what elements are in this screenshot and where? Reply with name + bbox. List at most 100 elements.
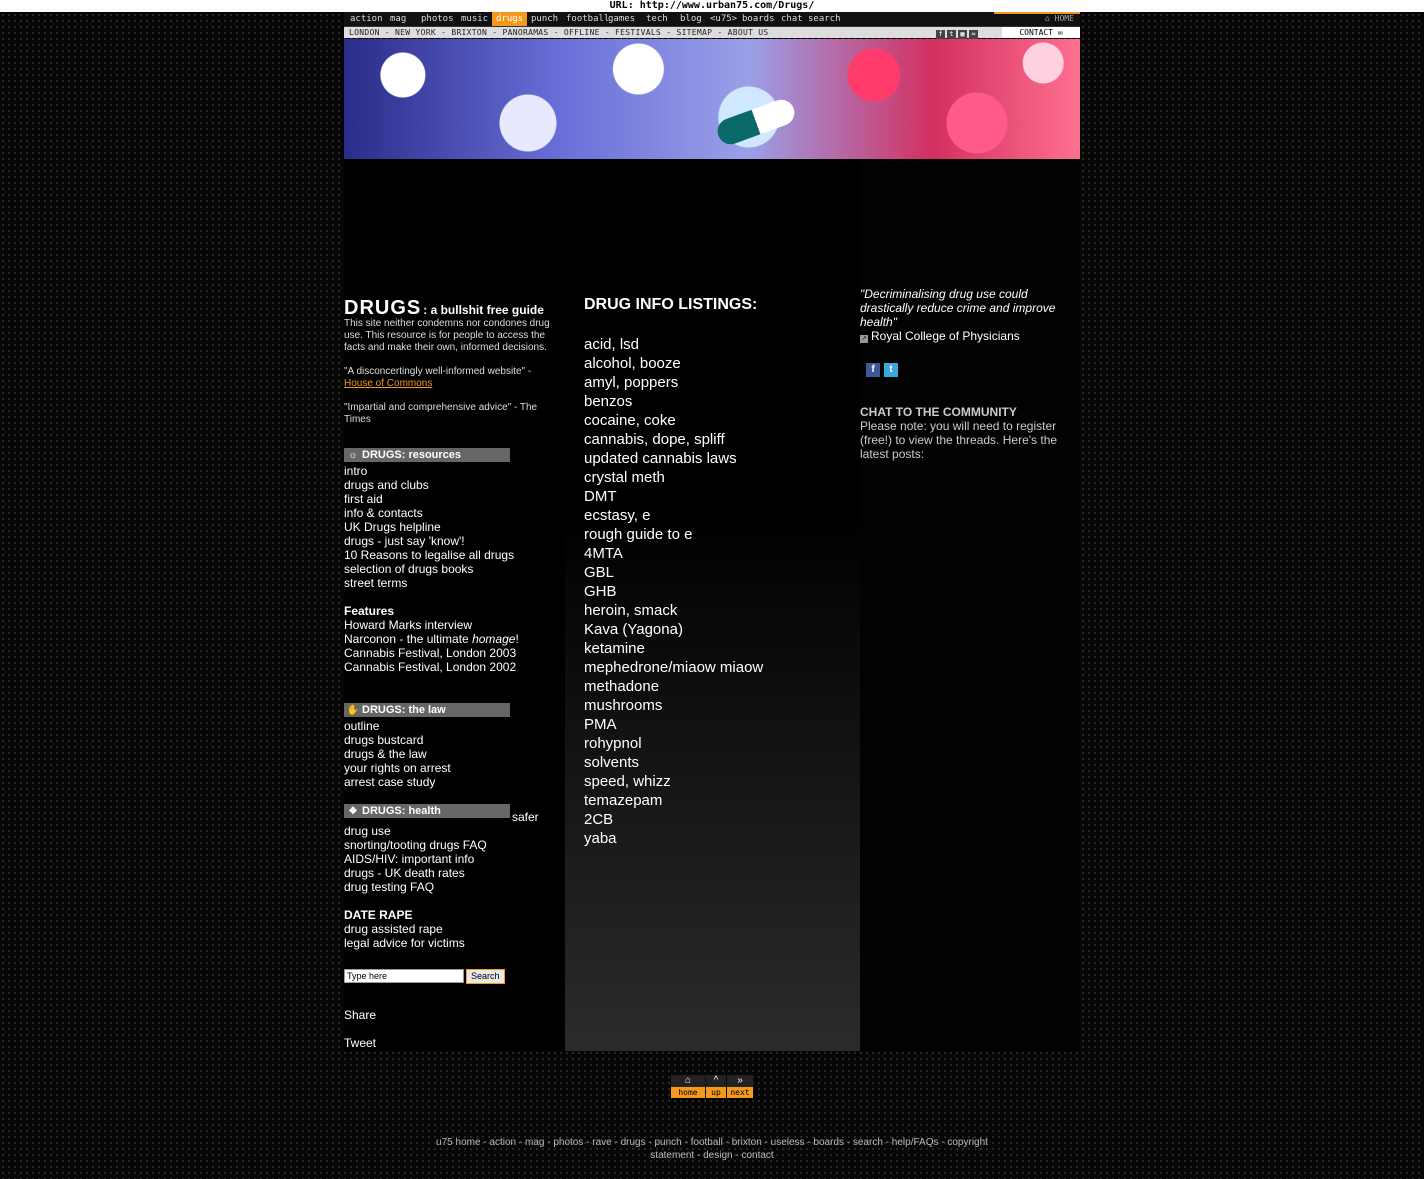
drug-listing-link[interactable]: GBL <box>584 563 763 582</box>
drug-listing-link[interactable]: 2CB <box>584 810 763 829</box>
link-arrow-icon: ↗ <box>860 335 868 343</box>
drug-listing-link[interactable]: mephedrone/miaow miaow <box>584 658 763 677</box>
drug-listing-link[interactable]: ketamine <box>584 639 763 658</box>
footer-nav-buttons: ⌂ home ^ up » next <box>671 1075 753 1098</box>
share-button[interactable]: Share <box>344 1008 376 1022</box>
tweet-button[interactable]: Tweet <box>344 1036 376 1050</box>
facebook-icon[interactable]: f <box>936 30 945 39</box>
health-link[interactable]: AIDS/HIV: important info <box>344 852 487 866</box>
nav-item-photos[interactable]: photos <box>421 12 454 26</box>
resource-link[interactable]: drugs - just say 'know'! <box>344 534 519 548</box>
up-arrow-icon: ^ <box>706 1075 726 1087</box>
drug-listing-link[interactable]: alcohol, booze <box>584 354 763 373</box>
feature-link[interactable]: Cannabis Festival, London 2002 <box>344 660 519 674</box>
footer-line-1[interactable]: u75 home - action - mag - photos - rave … <box>420 1136 1004 1149</box>
nav-item-boards[interactable]: boards <box>742 12 775 26</box>
date-rape-link[interactable]: drug assisted rape <box>344 922 487 936</box>
drug-listing-link[interactable]: rough guide to e <box>584 525 763 544</box>
search-button[interactable]: Search <box>466 968 505 984</box>
nav-item-action[interactable]: action <box>350 12 383 26</box>
resource-link[interactable]: UK Drugs helpline <box>344 520 519 534</box>
drug-listing-link[interactable]: GHB <box>584 582 763 601</box>
drug-listing-link[interactable]: temazepam <box>584 791 763 810</box>
twitter-icon[interactable]: t <box>947 30 956 39</box>
nav-item-games[interactable]: games <box>608 12 635 26</box>
sub-nav-links[interactable]: LONDON - NEW YORK - BRIXTON - PANORAMAS … <box>349 27 769 38</box>
resource-link[interactable]: info & contacts <box>344 506 519 520</box>
law-link[interactable]: drugs bustcard <box>344 733 451 747</box>
drug-listing-link[interactable]: acid, lsd <box>584 335 763 354</box>
nav-item-tech[interactable]: tech <box>646 12 668 26</box>
nav-item-search[interactable]: search <box>808 12 841 26</box>
feature-link-narconon[interactable]: Narconon - the ultimate homage! <box>344 632 519 646</box>
drug-listings: acid, lsd alcohol, booze amyl, poppers benz… <box>584 335 763 848</box>
nav-item-mag[interactable]: mag <box>390 12 406 26</box>
resource-link[interactable]: street terms <box>344 576 519 590</box>
drug-listing-link[interactable]: ecstasy, e <box>584 506 763 525</box>
search-input[interactable] <box>344 969 464 983</box>
drug-listing-link[interactable]: Kava (Yagona) <box>584 620 763 639</box>
drug-listing-link[interactable]: crystal meth <box>584 468 763 487</box>
drug-listing-link[interactable]: solvents <box>584 753 763 772</box>
drug-listing-link[interactable]: rohypnol <box>584 734 763 753</box>
health-link[interactable]: snorting/tooting drugs FAQ <box>344 838 487 852</box>
facebook-icon[interactable]: f <box>866 363 880 377</box>
feature-link[interactable]: Howard Marks interview <box>344 618 519 632</box>
resource-link[interactable]: intro <box>344 464 519 478</box>
drug-listing-link[interactable]: PMA <box>584 715 763 734</box>
contact-button[interactable]: CONTACT ✉ <box>1002 27 1080 38</box>
drug-listing-link[interactable]: speed, whizz <box>584 772 763 791</box>
law-link[interactable]: outline <box>344 719 451 733</box>
drug-listing-link[interactable]: mushrooms <box>584 696 763 715</box>
next-arrow-icon: » <box>727 1075 753 1087</box>
house-of-commons-link[interactable]: House of Commons <box>344 378 432 389</box>
drug-listing-link[interactable]: cocaine, coke <box>584 411 763 430</box>
resource-link[interactable]: first aid <box>344 492 519 506</box>
nav-item-music[interactable]: music <box>461 12 488 26</box>
features-title: Features <box>344 604 395 618</box>
drug-listing-link[interactable]: updated cannabis laws <box>584 449 763 468</box>
drug-listing-link[interactable]: methadone <box>584 677 763 696</box>
health-header: ❖ DRUGS: health <box>344 804 510 818</box>
date-rape-title: DATE RAPE <box>344 908 413 922</box>
drug-listing-link[interactable]: amyl, poppers <box>584 373 763 392</box>
nav-item-football[interactable]: football <box>566 12 609 26</box>
footer-line-2[interactable]: statement - design - contact <box>420 1149 1004 1162</box>
drug-listing-link[interactable]: DMT <box>584 487 763 506</box>
drug-listing-link[interactable]: yaba <box>584 829 763 848</box>
health-link[interactable]: drug use <box>344 824 487 838</box>
law-link[interactable]: arrest case study <box>344 775 451 789</box>
sub-nav: LONDON - NEW YORK - BRIXTON - PANORAMAS … <box>344 27 1080 39</box>
nav-home-link[interactable]: ⌂ HOME <box>1045 12 1074 26</box>
quote-commons: "A disconcertingly well-informed website… <box>344 366 532 377</box>
sun-icon: ☼ <box>348 450 358 461</box>
nav-item-blog[interactable]: blog <box>680 12 702 26</box>
date-rape-link[interactable]: legal advice for victims <box>344 936 487 950</box>
drug-listing-link[interactable]: heroin, smack <box>584 601 763 620</box>
drug-listing-link[interactable]: benzos <box>584 392 763 411</box>
health-safer-link[interactable]: safer <box>512 810 539 824</box>
capsule-pill <box>713 96 799 148</box>
nav-item-drugs[interactable]: drugs <box>492 12 528 26</box>
twitter-icon[interactable]: t <box>884 363 898 377</box>
grid-icon[interactable]: ▦ <box>958 30 967 39</box>
home-icon: ⌂ <box>671 1075 705 1087</box>
health-link[interactable]: drugs - UK death rates <box>344 866 487 880</box>
quote-source[interactable]: ↗ Royal College of Physicians <box>860 329 1020 343</box>
law-link[interactable]: your rights on arrest <box>344 761 451 775</box>
nav-item-u75[interactable]: <u75> <box>710 12 737 26</box>
law-link[interactable]: drugs & the law <box>344 747 451 761</box>
resource-link[interactable]: 10 Reasons to legalise all drugs <box>344 548 519 562</box>
drug-listing-link[interactable]: 4MTA <box>584 544 763 563</box>
nav-item-punch[interactable]: punch <box>531 12 558 26</box>
rss-icon[interactable]: ≈ <box>969 30 978 39</box>
nav-item-chat[interactable]: chat <box>781 12 803 26</box>
feature-link[interactable]: Cannabis Festival, London 2003 <box>344 646 519 660</box>
drug-listing-link[interactable]: cannabis, dope, spliff <box>584 430 763 449</box>
footer-home-button[interactable]: ⌂ home <box>671 1075 705 1098</box>
health-link[interactable]: drug testing FAQ <box>344 880 487 894</box>
footer-up-button[interactable]: ^ up <box>706 1075 726 1098</box>
resource-link[interactable]: drugs and clubs <box>344 478 519 492</box>
resource-link[interactable]: selection of drugs books <box>344 562 519 576</box>
footer-next-button[interactable]: » next <box>727 1075 753 1098</box>
